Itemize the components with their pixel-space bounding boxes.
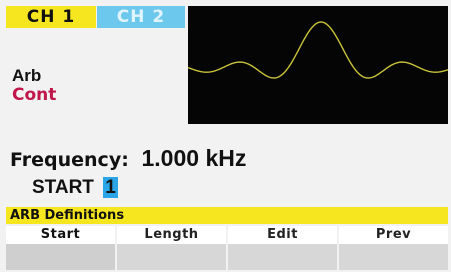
- start-field: START 1: [32, 177, 118, 199]
- softkey-row: Start Length Edit Prev: [6, 226, 448, 270]
- softkey-edit[interactable]: Edit: [228, 226, 337, 270]
- run-mode: Cont: [12, 85, 57, 105]
- softkey-start-label: Start: [6, 226, 115, 244]
- arb-definitions-title: ARB Definitions: [10, 208, 125, 223]
- softkey-prev-label: Prev: [339, 226, 448, 244]
- softkey-length[interactable]: Length: [117, 226, 226, 270]
- tab-ch1[interactable]: CH 1: [6, 6, 96, 28]
- start-value-cursor[interactable]: 1: [103, 177, 118, 198]
- frequency-label: Frequency:: [10, 149, 129, 171]
- start-label: START: [32, 177, 94, 198]
- softkey-length-label: Length: [117, 226, 226, 244]
- arb-definitions-bar: ARB Definitions: [6, 207, 448, 224]
- frequency-value[interactable]: 1.000 kHz: [142, 145, 247, 171]
- waveform-name: Arb: [12, 66, 42, 85]
- waveform-trace: [188, 21, 448, 79]
- tab-ch2[interactable]: CH 2: [97, 6, 185, 28]
- softkey-start[interactable]: Start: [6, 226, 115, 270]
- softkey-edit-label: Edit: [228, 226, 337, 244]
- waveform-preview: [188, 6, 448, 124]
- instrument-display: CH 1 CH 2 Arb Cont Frequency: 1.000 kHz …: [0, 0, 451, 272]
- softkey-prev[interactable]: Prev: [339, 226, 448, 270]
- frequency-readout: Frequency: 1.000 kHz: [10, 145, 246, 172]
